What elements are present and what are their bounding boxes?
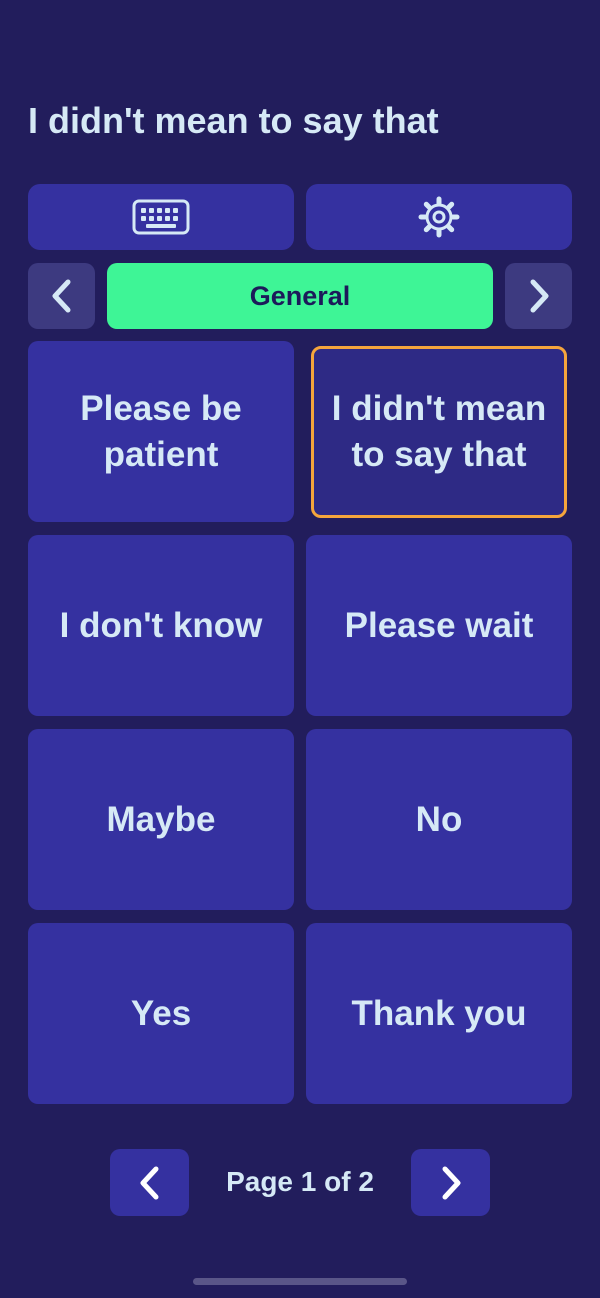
- phrase-label: Maybe: [106, 799, 216, 839]
- phrase-button-selected[interactable]: I didn't mean to say that: [311, 346, 567, 518]
- next-page-button[interactable]: [411, 1149, 490, 1216]
- settings-button[interactable]: [306, 184, 572, 250]
- phrase-button[interactable]: No: [306, 729, 572, 910]
- category-label[interactable]: General: [107, 263, 493, 329]
- phrase-label: I don't know: [59, 605, 263, 645]
- phrase-button[interactable]: Yes: [28, 923, 294, 1104]
- phrase-label: I didn't mean to say that: [331, 389, 547, 474]
- spoken-text-display: I didn't mean to say that: [28, 100, 439, 141]
- phrase-button[interactable]: I don't know: [28, 535, 294, 716]
- previous-page-button[interactable]: [110, 1149, 189, 1216]
- phrase-button[interactable]: Thank you: [306, 923, 572, 1104]
- keyboard-button[interactable]: [28, 184, 294, 250]
- chevron-right-icon: [526, 278, 552, 314]
- phrase-button[interactable]: Please wait: [306, 535, 572, 716]
- phrase-label: Yes: [130, 993, 192, 1033]
- phrase-label: Please be patient: [80, 388, 242, 474]
- keyboard-icon: [132, 199, 190, 235]
- category-next-button[interactable]: [505, 263, 572, 329]
- chevron-left-icon: [49, 278, 75, 314]
- home-indicator[interactable]: [193, 1278, 407, 1285]
- phrase-label: No: [415, 799, 463, 839]
- chevron-left-icon: [137, 1165, 163, 1201]
- category-prev-button[interactable]: [28, 263, 95, 329]
- chevron-right-icon: [438, 1165, 464, 1201]
- page-indicator: Page 1 of 2: [226, 1166, 374, 1197]
- phrase-label: Thank you: [351, 993, 527, 1033]
- phrase-button[interactable]: Please be patient: [28, 341, 294, 522]
- gear-icon: [418, 196, 460, 238]
- phrase-label: Please wait: [344, 605, 534, 645]
- phrase-button[interactable]: Maybe: [28, 729, 294, 910]
